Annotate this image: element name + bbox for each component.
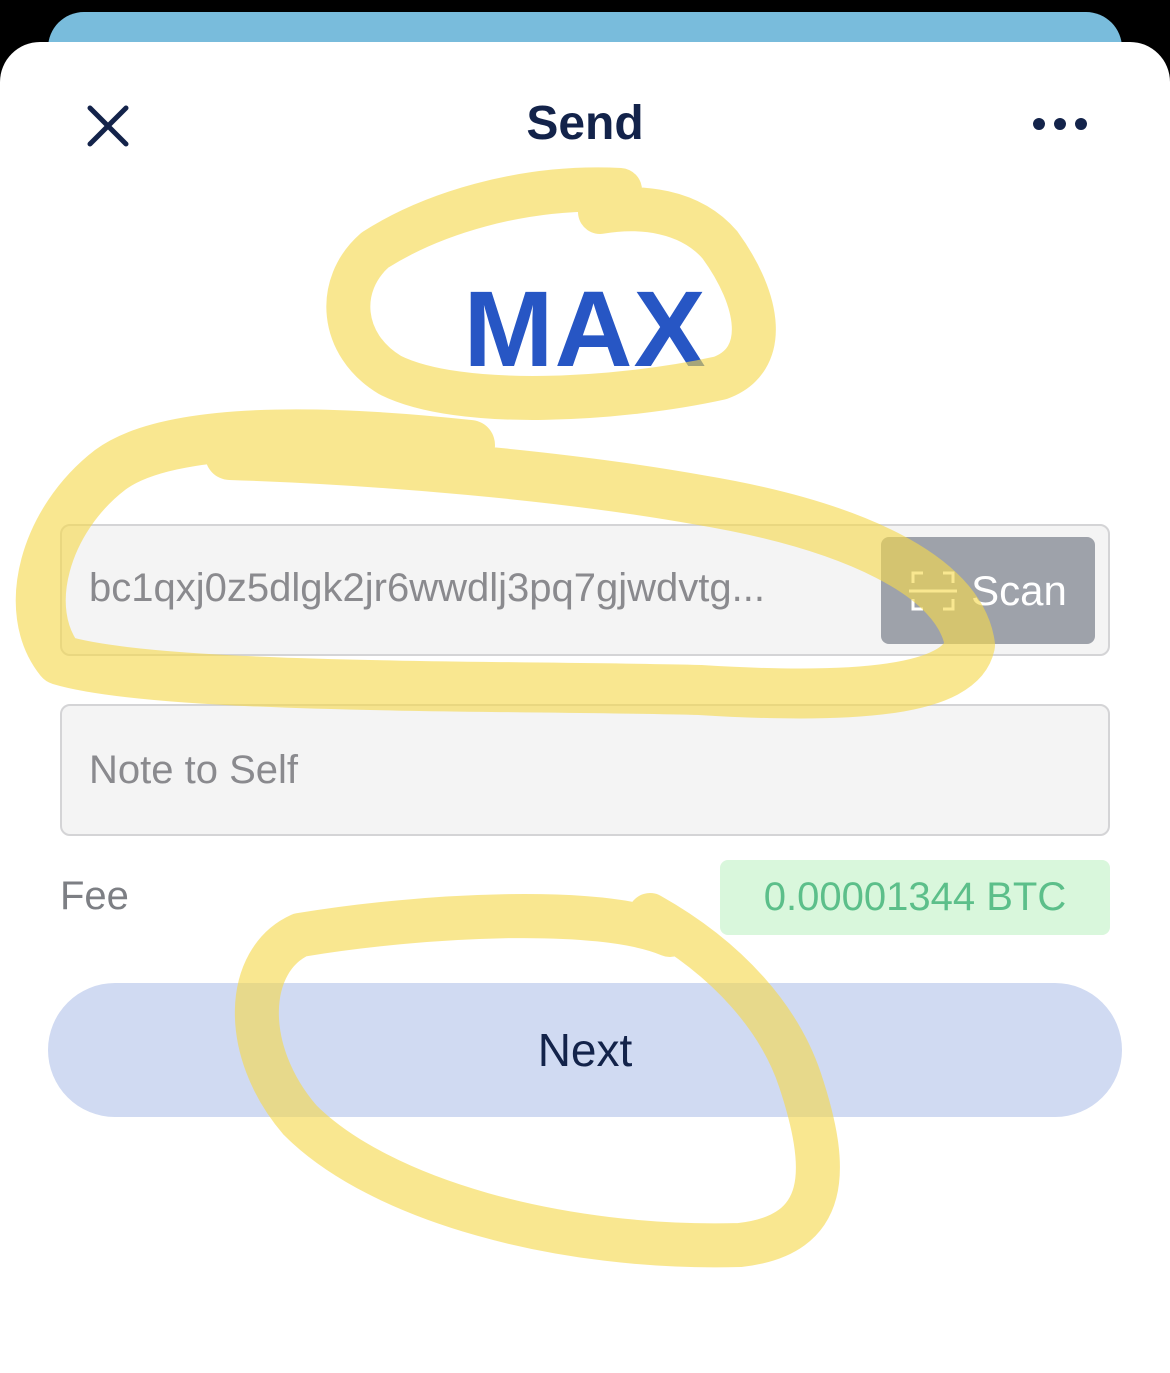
note-to-self-field[interactable]: Note to Self	[60, 704, 1110, 836]
address-input[interactable]: bc1qxj0z5dlgk2jr6wwdlj3pq7gjwdvtg...	[89, 566, 859, 611]
send-amount[interactable]: MAX	[0, 266, 1170, 391]
fee-value-badge[interactable]: 0.00001344 BTC	[720, 860, 1110, 935]
scan-button[interactable]: Scan	[881, 537, 1095, 644]
note-placeholder: Note to Self	[89, 748, 299, 792]
next-button[interactable]: Next	[48, 983, 1122, 1117]
more-options-button[interactable]	[1026, 104, 1094, 144]
more-horizontal-icon	[1033, 118, 1087, 130]
fee-label: Fee	[60, 874, 129, 918]
page-title: Send	[526, 97, 644, 150]
scan-icon	[909, 571, 958, 610]
scan-label: Scan	[971, 566, 1067, 614]
address-field[interactable]: bc1qxj0z5dlgk2jr6wwdlj3pq7gjwdvtg... Sca…	[60, 524, 1110, 656]
